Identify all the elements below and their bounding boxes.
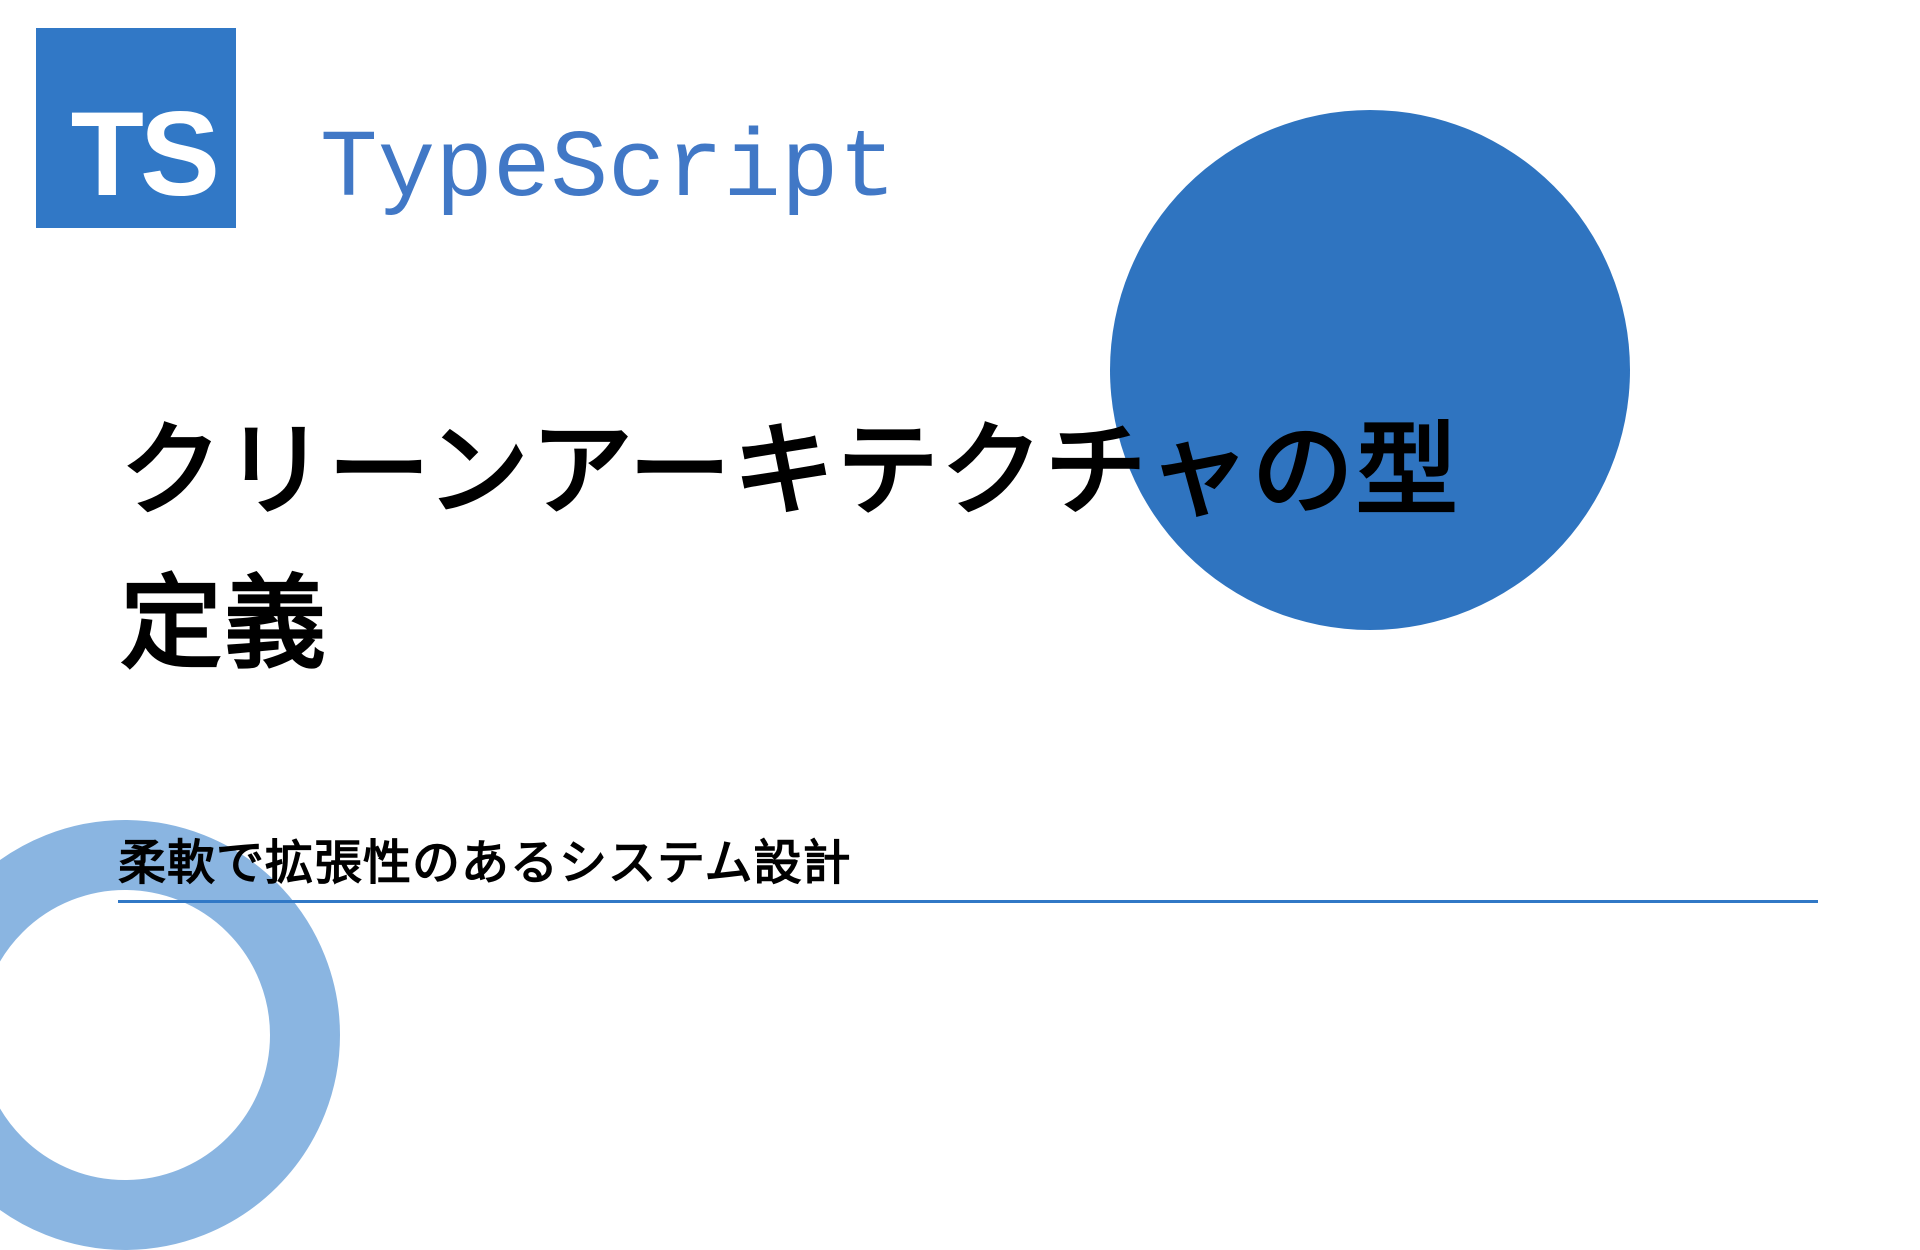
slide-subtitle: 柔軟で拡張性のあるシステム設計: [118, 823, 852, 893]
slide-title: クリーンアーキテクチャの型定義: [120, 395, 1520, 701]
slide-container: TS TypeScript クリーンアーキテクチャの型定義 柔軟で拡張性のあるシ…: [0, 0, 1920, 1080]
brand-name: TypeScript: [320, 115, 896, 224]
typescript-logo: TS: [36, 28, 236, 228]
divider-line: [118, 900, 1818, 903]
logo-abbreviation: TS: [71, 94, 216, 214]
